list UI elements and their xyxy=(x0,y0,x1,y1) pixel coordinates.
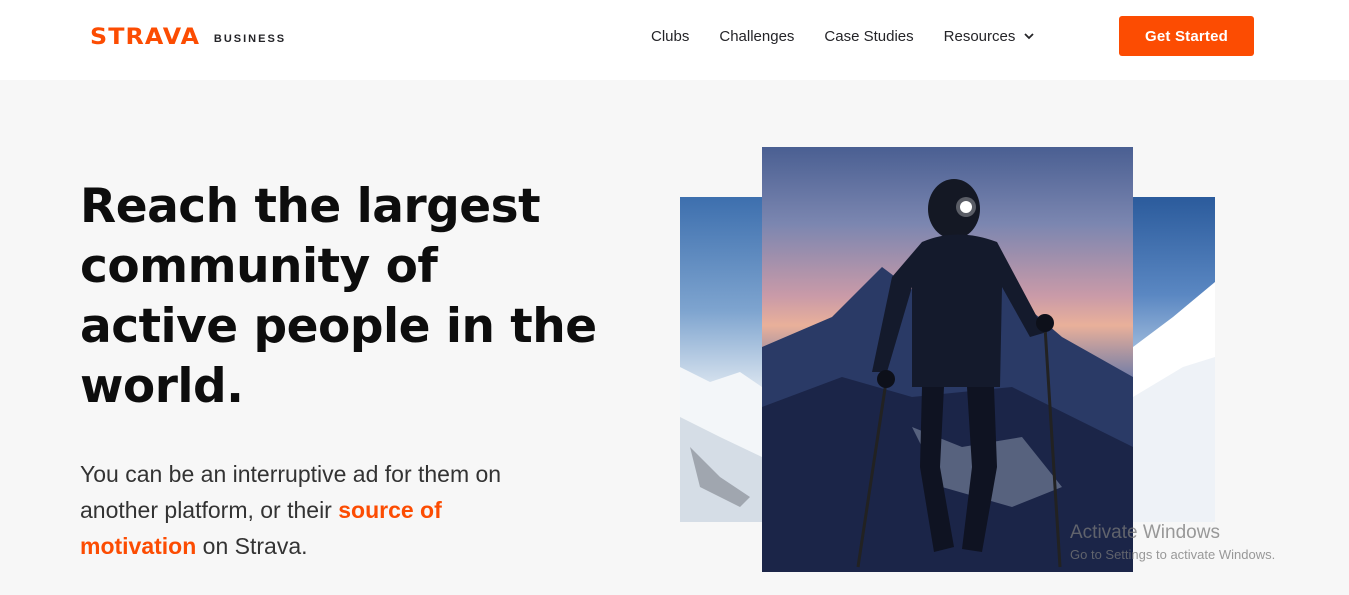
hero-image-main xyxy=(762,147,1133,572)
watermark-title: Activate Windows xyxy=(1070,522,1220,543)
watermark-subtitle: Go to Settings to activate Windows. xyxy=(1070,547,1276,562)
nav-resources-label: Resources xyxy=(943,27,1016,45)
hero-image-left xyxy=(680,197,762,522)
nav-case-studies[interactable]: Case Studies xyxy=(824,28,913,45)
strava-logo-wordmark: STRAVA xyxy=(90,24,201,50)
hero-text-part2: on Strava. xyxy=(196,533,308,559)
business-label: BUSINESS xyxy=(213,32,287,45)
strava-business-logo[interactable]: STRAVA BUSINESS xyxy=(90,22,286,52)
main-nav: Clubs Challenges Case Studies Resources xyxy=(651,26,1065,46)
nav-clubs[interactable]: Clubs xyxy=(651,28,689,45)
get-started-button[interactable]: Get Started xyxy=(1119,16,1254,56)
nav-challenges[interactable]: Challenges xyxy=(719,28,794,45)
nav-resources[interactable]: Resources xyxy=(944,28,1036,45)
site-header: STRAVA BUSINESS Clubs Challenges Case St… xyxy=(0,0,1349,80)
windows-activation-watermark: Activate Windows Go to Settings to activ… xyxy=(1070,522,1275,562)
hero-title: Reach the largest community of active pe… xyxy=(80,179,597,414)
hero-description: You can be an interruptive ad for them o… xyxy=(80,456,550,564)
hero-image-right xyxy=(1133,197,1215,522)
chevron-down-icon xyxy=(1024,33,1034,40)
